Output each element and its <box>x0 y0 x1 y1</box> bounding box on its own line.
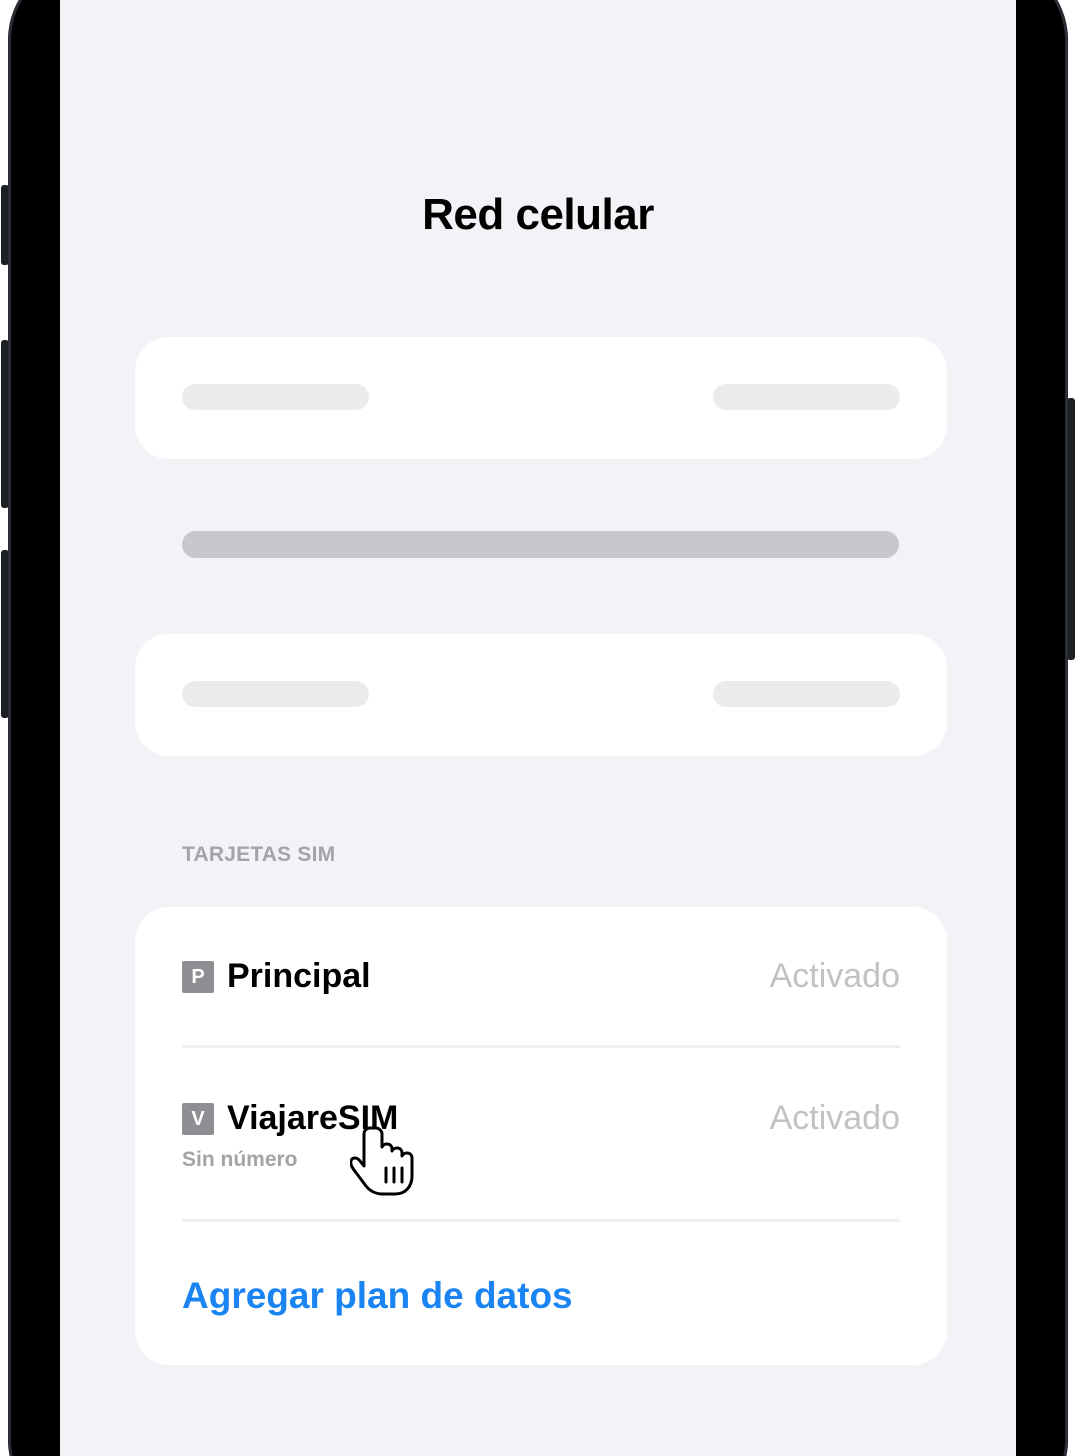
page-title: Red celular <box>422 190 654 239</box>
power-button <box>1067 398 1075 660</box>
sim-badge-icon: P <box>182 961 214 993</box>
sim-list-card: P Principal Activado V ViajareSIM Activa… <box>135 907 947 1365</box>
skeleton-label <box>182 681 369 707</box>
divider <box>182 1045 900 1048</box>
loading-card-1 <box>135 337 947 459</box>
sim-row-principal[interactable]: P Principal Activado <box>182 957 900 999</box>
skeleton-section-bar <box>182 531 899 558</box>
skeleton-value <box>713 384 900 410</box>
sim-row-viajaresim[interactable]: V ViajareSIM Activado Sin número <box>182 1099 900 1181</box>
add-data-plan-link[interactable]: Agregar plan de datos <box>182 1275 573 1317</box>
sim-badge-icon: V <box>182 1103 214 1135</box>
sim-section-header: TARJETAS SIM <box>182 843 336 866</box>
phone-device: Red celular TARJETAS SIM P Principal Act… <box>0 0 1076 1456</box>
sim-status: Activado <box>769 1099 900 1137</box>
loading-card-2 <box>135 634 947 756</box>
sim-phone-number: Sin número <box>182 1148 298 1171</box>
settings-screen: Red celular TARJETAS SIM P Principal Act… <box>60 0 1016 1456</box>
skeleton-value <box>713 681 900 707</box>
hand-pointer-icon <box>350 1126 414 1196</box>
divider <box>182 1219 900 1222</box>
skeleton-label <box>182 384 369 410</box>
sim-name: Principal <box>227 957 371 995</box>
sim-status: Activado <box>769 957 900 995</box>
